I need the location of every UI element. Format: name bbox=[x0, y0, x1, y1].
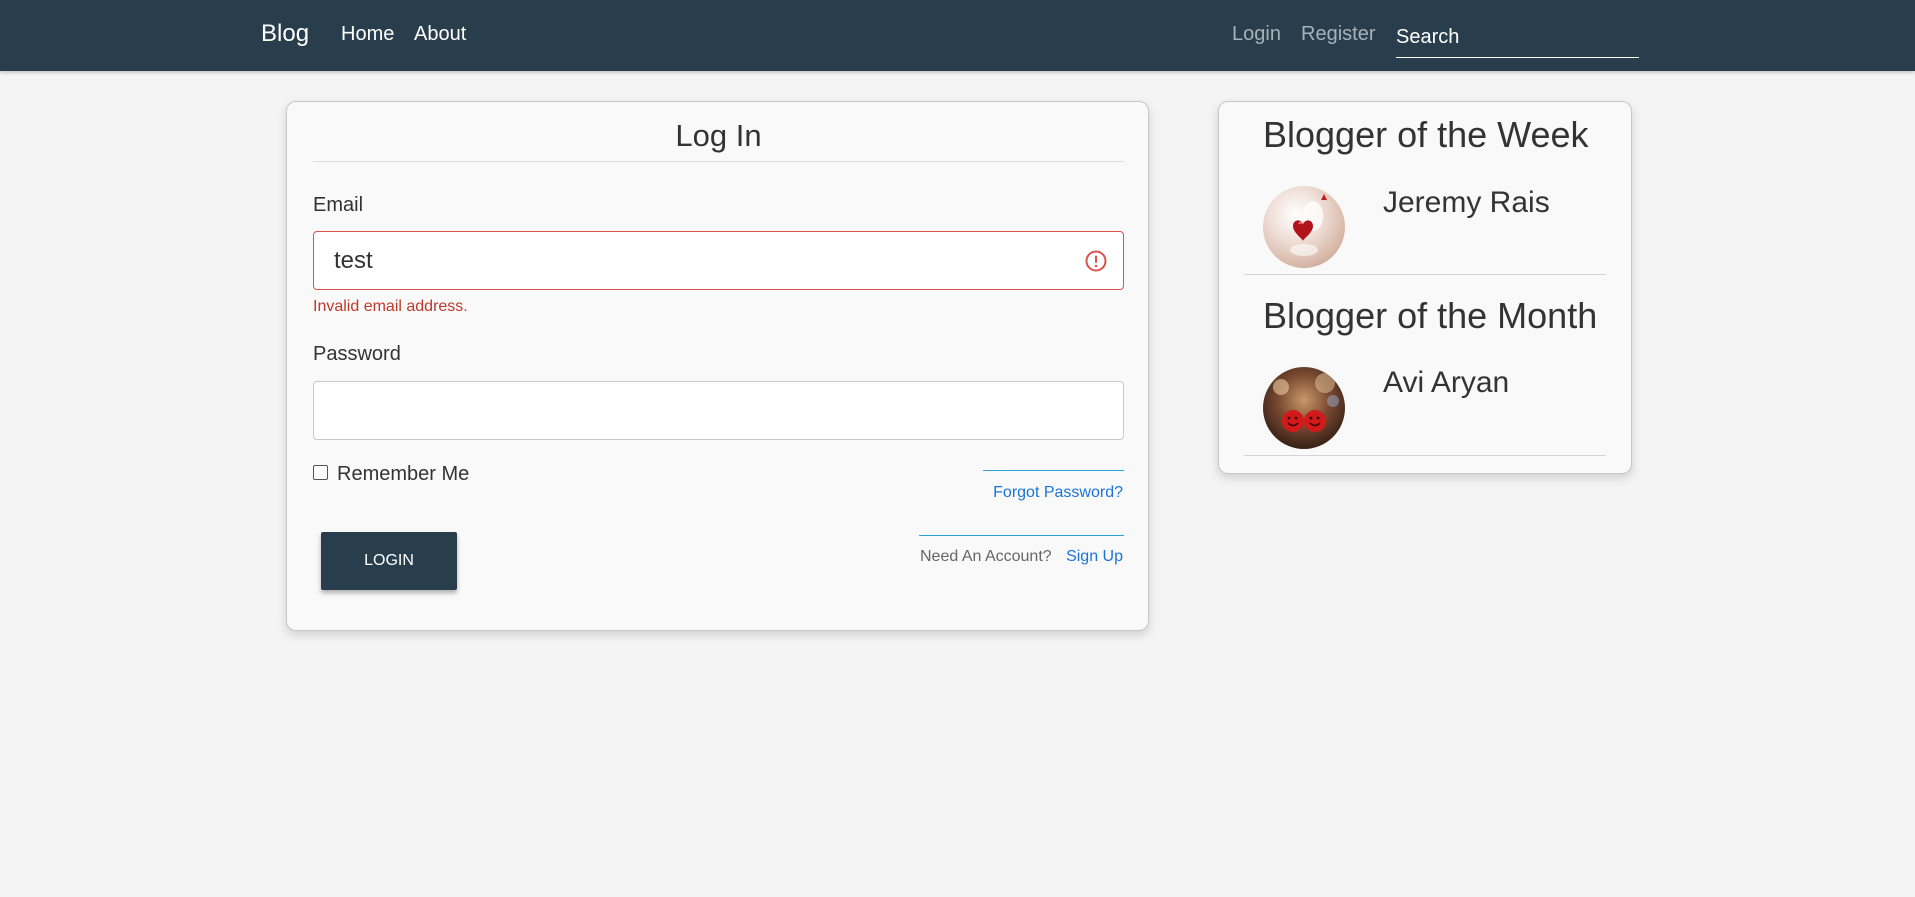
forgot-password-divider bbox=[983, 470, 1124, 471]
nav-link-login[interactable]: Login bbox=[1232, 23, 1281, 46]
nav-link-about[interactable]: About bbox=[414, 23, 466, 46]
heart-balloon-avatar bbox=[1290, 194, 1327, 256]
login-button[interactable]: LOGIN bbox=[321, 532, 457, 590]
blogger-of-week-name[interactable]: Jeremy Rais bbox=[1383, 186, 1550, 220]
avatar[interactable] bbox=[1263, 367, 1345, 449]
remember-me-label[interactable]: Remember Me bbox=[337, 463, 469, 486]
avatar[interactable] bbox=[1263, 186, 1345, 268]
password-label: Password bbox=[313, 343, 401, 365]
blogger-highlights-card: Blogger of the Week Jeremy Rais Blogger … bbox=[1218, 101, 1632, 474]
blogger-of-month-heading: Blogger of the Month bbox=[1263, 295, 1598, 336]
email-error-message: Invalid email address. bbox=[313, 298, 468, 315]
email-field[interactable] bbox=[313, 231, 1124, 290]
navbar: Blog Home About Login Register bbox=[0, 0, 1915, 71]
nav-link-register[interactable]: Register bbox=[1301, 23, 1375, 46]
month-divider bbox=[1244, 455, 1606, 456]
account-divider bbox=[919, 535, 1124, 536]
nav-link-home[interactable]: Home bbox=[341, 23, 394, 46]
login-title: Log In bbox=[675, 118, 762, 153]
password-field[interactable] bbox=[313, 381, 1124, 440]
login-card: Log In Email Invalid email address. Pass… bbox=[286, 101, 1149, 631]
blogger-of-month-name[interactable]: Avi Aryan bbox=[1383, 366, 1509, 400]
title-divider bbox=[313, 161, 1124, 162]
blogger-of-week-heading: Blogger of the Week bbox=[1263, 114, 1589, 155]
week-divider bbox=[1244, 274, 1606, 275]
search-input[interactable] bbox=[1396, 18, 1639, 58]
exclamation-circle-icon bbox=[1085, 250, 1107, 272]
smiley-faces-avatar bbox=[1273, 373, 1339, 432]
account-prompt: Need An Account? bbox=[920, 548, 1052, 565]
sign-up-link[interactable]: Sign Up bbox=[1066, 548, 1123, 566]
remember-me-checkbox[interactable] bbox=[313, 465, 328, 480]
brand-link[interactable]: Blog bbox=[261, 20, 309, 48]
email-label: Email bbox=[313, 194, 364, 216]
forgot-password-link[interactable]: Forgot Password? bbox=[993, 484, 1123, 502]
